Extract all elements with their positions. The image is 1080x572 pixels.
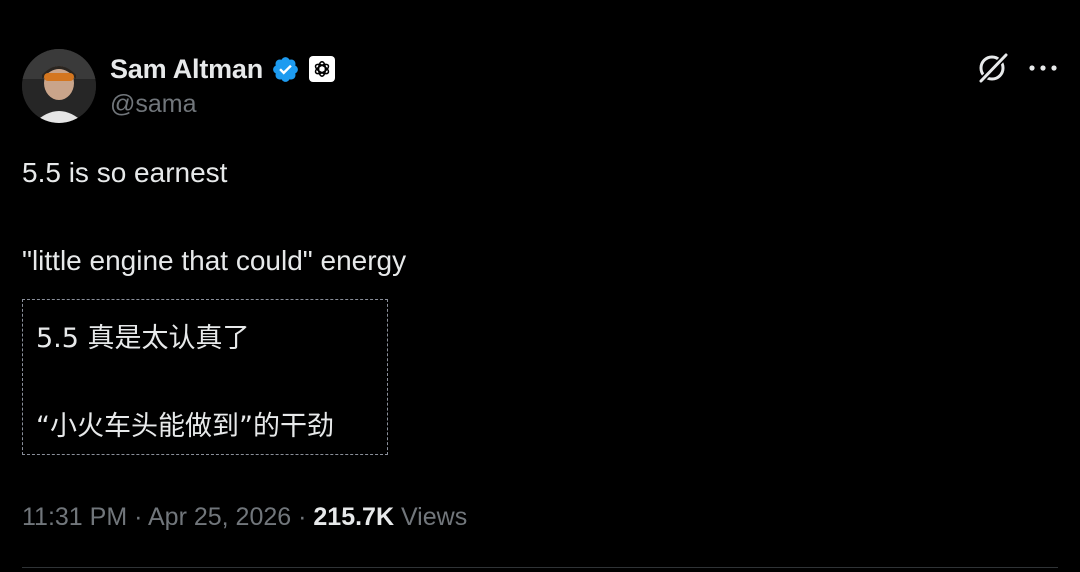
author-name-row: Sam Altman: [110, 52, 336, 86]
tweet: Sam Altman @sama 5.5 is so earnest "litt…: [0, 0, 1080, 572]
meta-separator: ·: [127, 503, 148, 531]
tweet-text-line-1: 5.5 is so earnest: [22, 157, 228, 188]
translation-box: 5.5 真是太认真了 “小火车头能做到”的干劲: [22, 299, 388, 455]
views-count[interactable]: 215.7K: [313, 503, 394, 531]
meta-separator: ·: [291, 503, 314, 531]
author-handle[interactable]: @sama: [110, 90, 197, 119]
avatar[interactable]: [22, 49, 96, 123]
translation-line-1: 5.5 真是太认真了: [36, 323, 250, 354]
verified-badge-icon[interactable]: [271, 55, 300, 84]
tweet-time[interactable]: 11:31 PM: [22, 503, 127, 531]
more-options-button[interactable]: [1025, 52, 1061, 84]
openai-logo-icon[interactable]: [309, 56, 336, 82]
views-label: Views: [394, 503, 468, 531]
more-dots-icon: [1029, 65, 1057, 71]
divider: [22, 567, 1058, 568]
tweet-date[interactable]: Apr 25, 2026: [148, 503, 291, 531]
tweet-text-line-2: "little engine that could" energy: [22, 245, 407, 276]
author-display-name[interactable]: Sam Altman: [110, 54, 263, 85]
tweet-meta: 11:31 PM · Apr 25, 2026 · 215.7K Views: [22, 503, 467, 532]
grok-icon[interactable]: [975, 50, 1011, 86]
translation-line-2: “小火车头能做到”的干劲: [36, 411, 334, 442]
